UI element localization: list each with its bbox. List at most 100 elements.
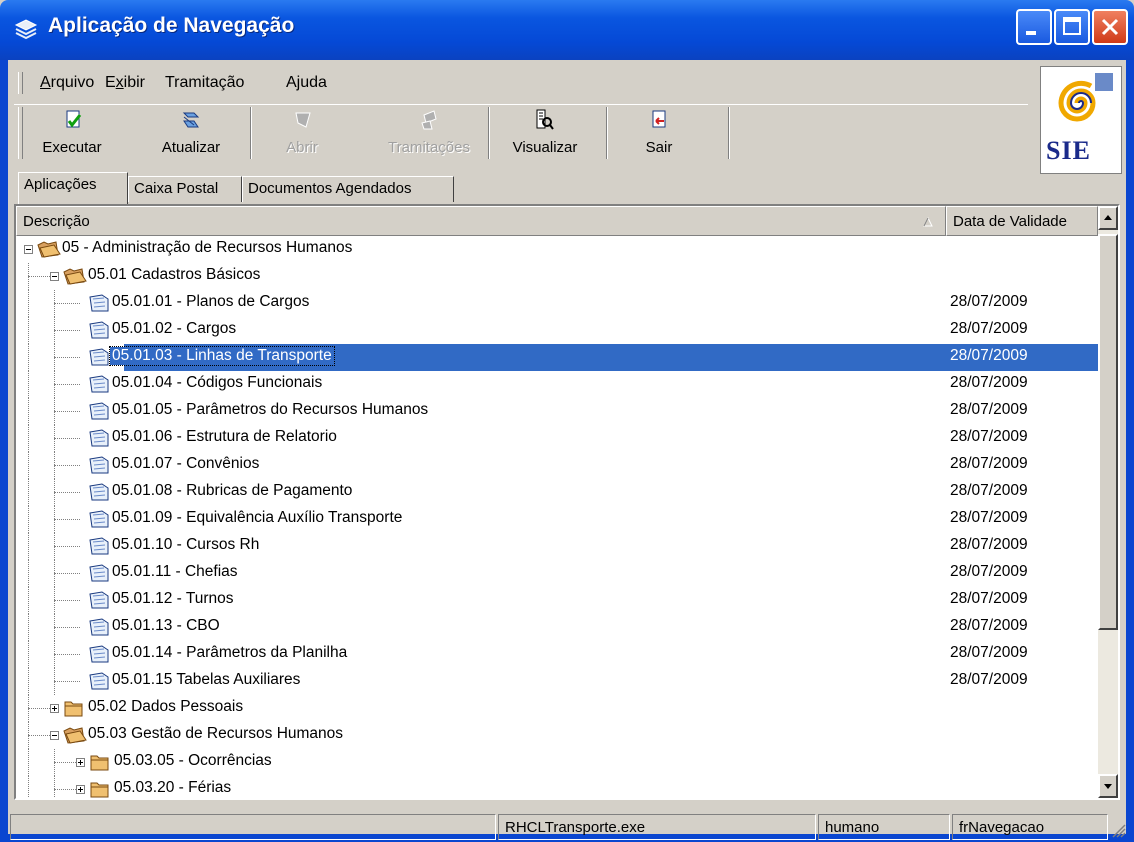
maximize-icon <box>1063 17 1081 35</box>
executar-button[interactable]: Executar <box>26 105 118 161</box>
toolbar-grip[interactable] <box>18 107 23 159</box>
collapse-icon[interactable] <box>50 731 59 740</box>
tree-row[interactable]: 05.01.09 - Equivalência Auxílio Transpor… <box>16 506 1098 533</box>
tree-connector <box>54 641 55 668</box>
tree-connector <box>54 398 55 425</box>
executar-label: Executar <box>42 139 102 156</box>
tree-row[interactable]: 05.01.07 - Convênios 28/07/2009 <box>16 452 1098 479</box>
tramitacoes-button[interactable]: Tramitações <box>370 105 488 161</box>
visualizar-button[interactable]: Visualizar <box>500 105 590 161</box>
tab-aplicacoes[interactable]: Aplicações <box>18 172 128 204</box>
tree-connector <box>28 587 29 614</box>
tree-row[interactable]: 05.01.08 - Rubricas de Pagamento 28/07/20… <box>16 479 1098 506</box>
scrollbar-thumb[interactable] <box>1098 234 1118 630</box>
tree-connector <box>28 722 29 749</box>
tree-row[interactable]: 05.01.11 - Chefias 28/07/2009 <box>16 560 1098 587</box>
form-icon <box>89 618 109 636</box>
atualizar-button[interactable]: Atualizar <box>146 105 236 161</box>
tree-connector <box>28 371 29 398</box>
tree-connector <box>54 776 55 798</box>
form-icon <box>89 564 109 582</box>
status-form: frNavegacao <box>952 814 1108 840</box>
tree-connector <box>54 317 55 344</box>
tree-row[interactable]: 05.01.10 - Cursos Rh 28/07/2009 <box>16 533 1098 560</box>
column-header-descricao[interactable]: Descrição <box>16 206 946 236</box>
tree-row[interactable]: 05.02 Dados Pessoais <box>16 695 1098 722</box>
maximize-button[interactable] <box>1054 9 1090 45</box>
folder-open-icon <box>63 268 87 285</box>
tree-row[interactable]: 05.01.04 - Códigos Funcionais 28/07/2009 <box>16 371 1098 398</box>
tree-row[interactable]: 05.01.14 - Parâmetros da Planilha 28/07/2… <box>16 641 1098 668</box>
tree-connector <box>54 546 80 547</box>
resize-grip-icon[interactable] <box>1112 824 1126 838</box>
close-button[interactable] <box>1092 9 1128 45</box>
tree-list: 05 - Administração de Recursos Humanos 05… <box>16 236 1098 798</box>
tree-connector <box>54 479 55 506</box>
menu-exibir[interactable]: Exibir <box>105 74 145 92</box>
tree-row[interactable]: 05 - Administração de Recursos Humanos <box>16 236 1098 263</box>
tree-row[interactable]: 05.01 Cadastros Básicos <box>16 263 1098 290</box>
expand-icon[interactable] <box>50 704 59 713</box>
tree-row-date: 28/07/2009 <box>950 536 1028 553</box>
tree-row[interactable]: 05.03.05 - Ocorrências <box>16 749 1098 776</box>
tree-row-label: 05.01.05 - Parâmetros do Recursos Humano… <box>112 401 429 418</box>
tramitacoes-label: Tramitações <box>388 139 470 156</box>
tree-connector <box>54 303 80 304</box>
tree-row[interactable]: 05.01.03 - Linhas de Transporte 28/07/200… <box>16 344 1098 371</box>
collapse-icon[interactable] <box>50 272 59 281</box>
vertical-scrollbar[interactable] <box>1098 206 1118 798</box>
menu-tramitacao[interactable]: Tramitação <box>165 74 244 92</box>
menu-grip[interactable] <box>18 72 23 94</box>
minimize-button[interactable] <box>1016 9 1052 45</box>
tree-row[interactable]: 05.01.06 - Estrutura de Relatorio 28/07/2… <box>16 425 1098 452</box>
form-icon <box>89 456 109 474</box>
toolbar-separator <box>728 107 730 159</box>
sair-button[interactable]: Sair <box>624 105 694 161</box>
tree-row-label: 05.03 Gestão de Recursos Humanos <box>88 725 344 742</box>
menu-arquivo[interactable]: Arquivo <box>40 74 94 92</box>
column-header-data-validade[interactable]: Data de Validade <box>946 206 1098 236</box>
atualizar-label: Atualizar <box>161 139 221 156</box>
tree-row[interactable]: 05.01.05 - Parâmetros do Recursos Humano… <box>16 398 1098 425</box>
toolbar-separator <box>488 107 490 159</box>
tree-row[interactable]: 05.03 Gestão de Recursos Humanos <box>16 722 1098 749</box>
tree-connector <box>54 438 80 439</box>
scroll-down-button[interactable] <box>1098 774 1118 798</box>
collapse-icon[interactable] <box>24 245 33 254</box>
tree-row[interactable]: 05.01.02 - Cargos 28/07/2009 <box>16 317 1098 344</box>
tree-row-label: 05.03.05 - Ocorrências <box>114 752 272 769</box>
tree-row-label: 05.01.11 - Chefias <box>112 563 238 580</box>
tree-row[interactable]: 05.01.13 - CBO 28/07/2009 <box>16 614 1098 641</box>
tree-row-date: 28/07/2009 <box>950 374 1028 391</box>
tree-row[interactable]: 05.03.20 - Férias <box>16 776 1098 798</box>
form-icon <box>89 483 109 501</box>
scroll-up-button[interactable] <box>1098 206 1118 230</box>
sie-logo-text: SIE <box>1046 136 1091 165</box>
tree-row-label: 05.01.09 - Equivalência Auxílio Transpor… <box>112 509 403 526</box>
expand-icon[interactable] <box>76 785 85 794</box>
tree-connector <box>28 344 29 371</box>
tree-row[interactable]: 05.01.01 - Planos de Cargos 28/07/2009 <box>16 290 1098 317</box>
routing-icon <box>421 110 437 130</box>
form-icon <box>89 591 109 609</box>
form-icon <box>89 672 109 690</box>
tree-row[interactable]: 05.01.12 - Turnos 28/07/2009 <box>16 587 1098 614</box>
tree-row-label: 05.01.04 - Códigos Funcionais <box>112 374 323 391</box>
arrow-up-icon <box>1104 215 1112 220</box>
menu-ajuda[interactable]: Ajuda <box>286 74 327 92</box>
tree-row-date: 28/07/2009 <box>950 401 1028 418</box>
exit-icon <box>652 110 666 128</box>
tab-documentos-agendados[interactable]: Documentos Agendados <box>242 176 454 202</box>
abrir-button[interactable]: Abrir <box>272 105 332 161</box>
expand-icon[interactable] <box>76 758 85 767</box>
tree-connector <box>28 695 29 722</box>
tab-caixa-postal[interactable]: Caixa Postal <box>128 176 242 202</box>
view-icon <box>536 109 554 130</box>
sair-label: Sair <box>645 139 673 156</box>
refresh-icon <box>182 112 200 128</box>
status-cell-empty <box>10 814 496 840</box>
form-icon <box>89 429 109 447</box>
tree-row[interactable]: 05.01.15 Tabelas Auxiliares 28/07/2009 <box>16 668 1098 695</box>
folder-icon <box>90 755 109 771</box>
window-title: Aplicação de Navegação <box>48 14 295 37</box>
